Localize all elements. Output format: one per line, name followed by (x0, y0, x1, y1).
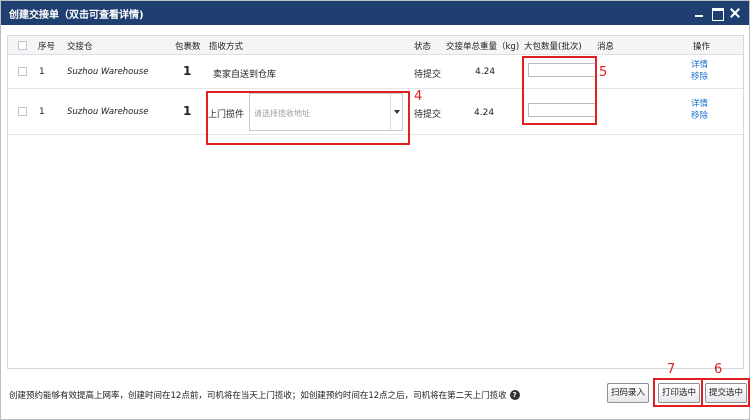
row-status: 待提交 (414, 110, 442, 120)
row-checkbox[interactable] (18, 107, 27, 116)
row-pickup: 上门揽件 (208, 110, 245, 120)
table-header: 序号 交接仓 包裹数 揽收方式 状态 交接单总重量（kg) 大包数量(批次) 消… (8, 36, 743, 55)
chevron-down-icon[interactable] (390, 94, 402, 130)
scan-entry-button[interactable]: 扫码录入 (607, 383, 649, 403)
annotation-number: 5 (599, 65, 608, 80)
table-row[interactable]: 1 Suzhou Warehouse 1 上门揽件 请选择揽收地址 待提交 4.… (8, 89, 743, 135)
annotation-number: 7 (667, 362, 676, 377)
minimize-icon[interactable] (693, 7, 705, 19)
dialog-titlebar: 创建交接单（双击可查看详情) (1, 1, 749, 25)
row-packages: 1 (183, 104, 192, 118)
row-seq: 1 (39, 107, 45, 117)
row-seq: 1 (39, 67, 45, 77)
select-all-checkbox[interactable] (18, 41, 27, 50)
bigpack-input[interactable] (528, 63, 596, 77)
col-pickup: 揽收方式 (209, 42, 244, 52)
detail-link[interactable]: 详情 (691, 97, 708, 109)
question-circle-icon[interactable]: ? (509, 390, 520, 400)
remove-link[interactable]: 移除 (691, 109, 708, 121)
bigpack-input[interactable] (528, 103, 596, 117)
print-selected-button[interactable]: 打印选中 (658, 383, 700, 403)
col-weight: 交接单总重量（kg) (446, 42, 520, 52)
row-checkbox[interactable] (18, 67, 27, 76)
row-packages: 1 (183, 64, 192, 78)
annotation-number: 6 (714, 362, 723, 377)
window-controls (693, 4, 741, 22)
handover-table: 序号 交接仓 包裹数 揽收方式 状态 交接单总重量（kg) 大包数量(批次) 消… (7, 35, 744, 369)
col-actions: 操作 (693, 42, 711, 52)
table-row[interactable]: 1 Suzhou Warehouse 1 卖家自送到仓库 待提交 4.24 详情… (8, 55, 743, 89)
col-message: 消息 (597, 42, 615, 52)
create-handover-dialog: 创建交接单（双击可查看详情) 序号 交接仓 包裹数 揽收方式 状态 交接单总重量… (0, 0, 750, 420)
row-weight: 4.24 (475, 67, 496, 77)
row-status: 待提交 (414, 70, 442, 80)
annotation-number: 4 (414, 89, 423, 104)
footer-note-text: 创建预约能够有效提高上网率，创建时间在12点前，司机将在当天上门揽收；如创建预约… (9, 391, 507, 401)
col-status: 状态 (414, 42, 432, 52)
col-seq: 序号 (38, 42, 56, 52)
close-icon[interactable] (729, 7, 741, 19)
row-pickup: 卖家自送到仓库 (213, 70, 277, 80)
submit-selected-button[interactable]: 提交选中 (705, 383, 747, 403)
maximize-icon[interactable] (711, 7, 724, 21)
pickup-address-placeholder: 请选择揽收地址 (254, 109, 310, 118)
row-warehouse: Suzhou Warehouse (67, 67, 149, 77)
remove-link[interactable]: 移除 (691, 70, 708, 82)
col-packages: 包裹数 (175, 42, 201, 52)
col-bigpack: 大包数量(批次) (524, 42, 582, 52)
row-weight: 4.24 (474, 108, 495, 118)
pickup-address-select[interactable]: 请选择揽收地址 (249, 93, 403, 131)
row-warehouse: Suzhou Warehouse (67, 107, 149, 117)
footer-note: 创建预约能够有效提高上网率，创建时间在12点前，司机将在当天上门揽收；如创建预约… (9, 389, 520, 401)
dialog-title: 创建交接单（双击可查看详情) (9, 10, 144, 21)
detail-link[interactable]: 详情 (691, 58, 708, 70)
col-warehouse: 交接仓 (67, 42, 93, 52)
